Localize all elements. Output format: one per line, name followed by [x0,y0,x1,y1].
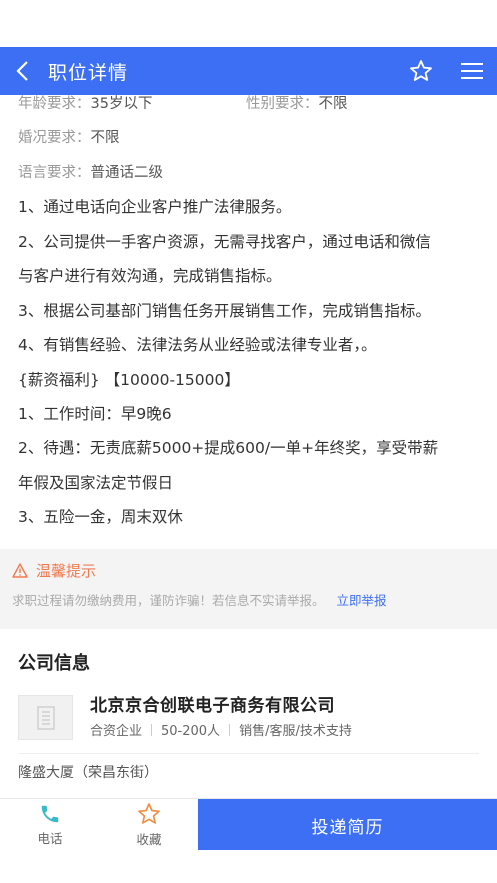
language-value: 普通话二级 [90,165,164,181]
salary-line: {薪资福利} 【10000-15000】 [18,371,240,389]
marriage-value: 不限 [90,130,120,146]
chevron-left-icon [15,60,29,82]
company-size-tag: 50-200人 [161,724,221,739]
phone-icon [39,803,61,825]
tag-divider [229,723,231,736]
tag-divider [151,723,153,736]
language-label: 语言要求： [18,165,91,181]
company-section-title: 公司信息 [18,653,90,674]
warm-tips-section: 温馨提示 求职过程请勿缴纳费用，谨防诈骗！若信息不实请举报。 立即举报 [0,549,497,629]
hamburger-menu-icon [461,62,483,80]
top-nav-bar: 职位详情 [0,47,497,95]
favorite-button[interactable]: 收藏 [99,799,199,851]
tips-message: 求职过程请勿缴纳费用，谨防诈骗！若信息不实请举报。 [12,593,325,608]
company-type-tag: 合资企业 [90,724,143,739]
home-indicator-area [0,850,497,883]
bottom-action-bar: 电话 收藏 投递简历 [0,798,497,851]
marriage-label: 婚况要求： [18,130,91,146]
marriage-requirement: 婚况要求：不限 [18,126,120,147]
description-line: 年假及国家法定节假日 [18,474,174,492]
star-icon [137,802,161,826]
company-info-section: 公司信息 北京京合创联电子商务有限公司 合资企业 50-200人 销售/客服/技… [0,629,497,798]
tips-header: 温馨提示 [12,560,96,581]
tips-title: 温馨提示 [36,562,97,580]
description-line: 3、根据公司基部门销售任务开展销售工作，完成销售指标。 [18,302,431,320]
company-logo[interactable] [18,695,73,740]
page-title: 职位详情 [48,61,129,84]
phone-label: 电话 [37,831,63,846]
apply-resume-button[interactable]: 投递简历 [198,799,497,851]
warning-icon [12,563,28,578]
language-requirement: 语言要求：普通话二级 [18,161,163,182]
description-line: 1、工作时间：早9晚6 [18,405,172,423]
description-line: 与客户进行有效沟通，完成销售指标。 [18,267,282,285]
company-name[interactable]: 北京京合创联电子商务有限公司 [90,691,335,716]
age-value: 35岁以下 [90,96,153,112]
company-industry-tag: 销售/客服/技术支持 [239,724,352,739]
description-line: 3、五险一金，周末双休 [18,508,183,526]
company-address[interactable]: 隆盛大厦（荣昌东街） [18,762,158,782]
gender-label: 性别要求： [246,96,319,112]
favorite-star-button[interactable] [409,59,433,83]
building-icon [31,703,61,733]
divider [18,753,479,754]
phone-button[interactable]: 电话 [0,799,100,851]
gender-requirement: 性别要求：不限 [246,95,348,113]
company-tags: 合资企业 50-200人 销售/客服/技术支持 [90,720,352,739]
status-bar [0,0,497,47]
description-line: 2、公司提供一手客户资源，无需寻找客户，通过电话和微信 [18,233,431,251]
gender-value: 不限 [318,96,348,112]
favorite-label: 收藏 [136,832,162,847]
description-line: 2、待遇：无责底薪5000+提成600/一单+年终奖，享受带薪 [18,439,439,457]
menu-button[interactable] [461,62,483,80]
star-icon [409,59,433,83]
age-requirement: 年龄要求：35岁以下 [18,95,152,113]
report-link[interactable]: 立即举报 [337,593,387,608]
description-line: 1、通过电话向企业客户推广法律服务。 [18,198,292,216]
description-line: 4、有销售经验、法律法务从业经验或法律专业者，。 [18,336,377,354]
back-button[interactable] [2,47,42,95]
age-label: 年龄要求： [18,96,91,112]
tips-text: 求职过程请勿缴纳费用，谨防诈骗！若信息不实请举报。 立即举报 [12,590,387,609]
job-detail-content[interactable]: 年龄要求：35岁以下 性别要求：不限 婚况要求：不限 语言要求：普通话二级 1、… [0,95,497,798]
